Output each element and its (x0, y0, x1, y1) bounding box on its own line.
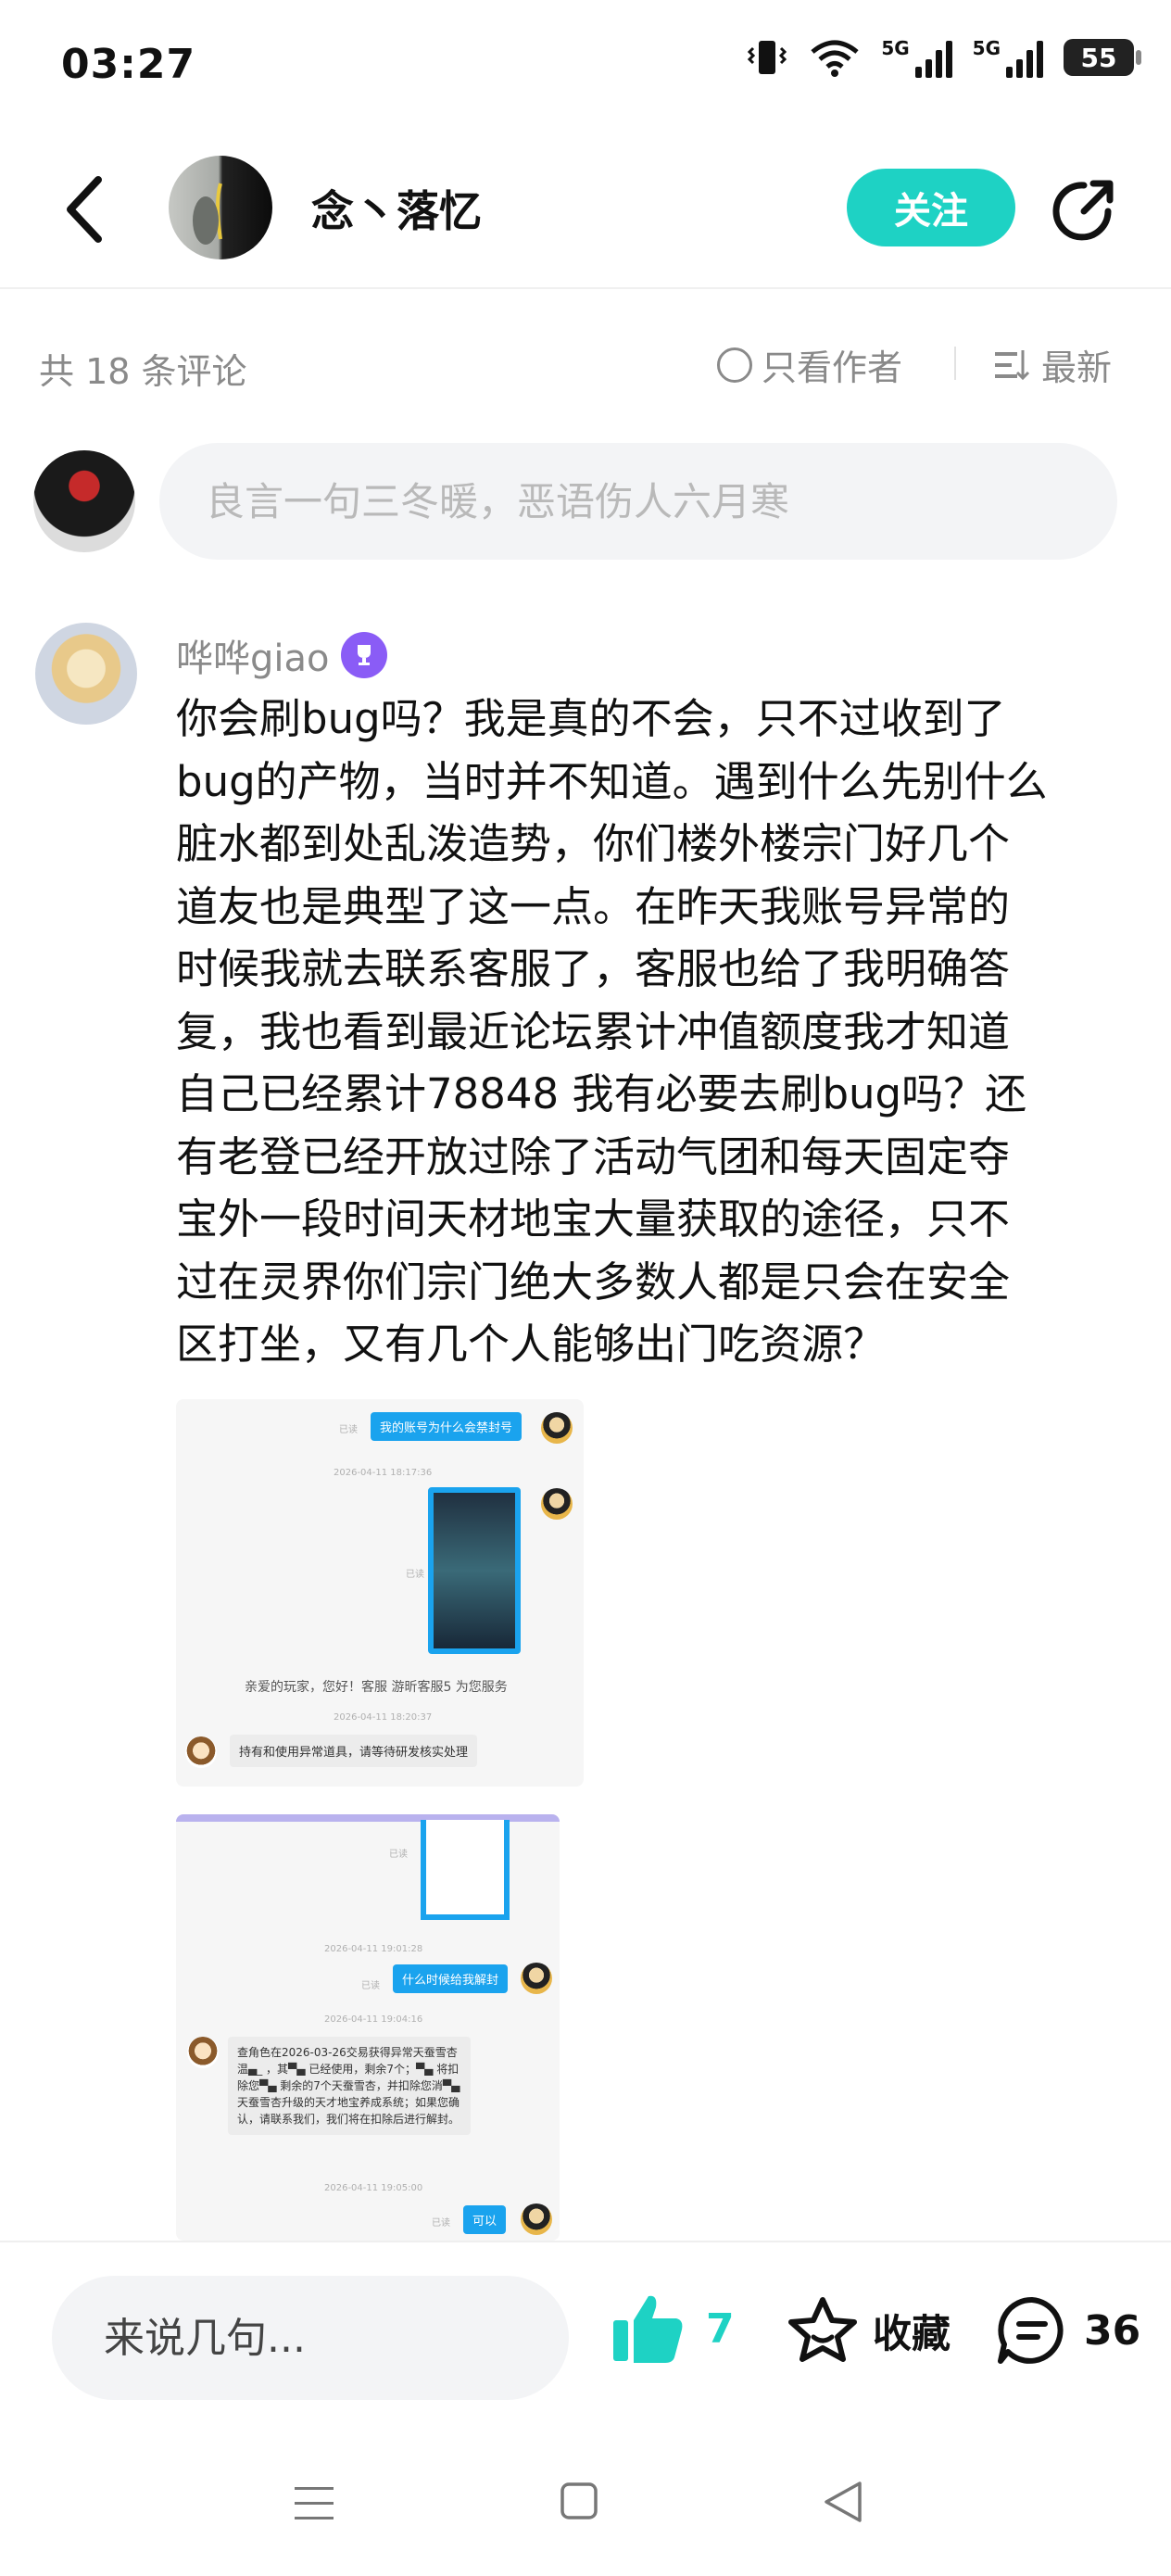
author-only-toggle[interactable]: 只看作者 (717, 339, 902, 390)
chat-timestamp: 2026-04-11 19:01:28 (324, 1944, 423, 1954)
author-only-label: 只看作者 (762, 347, 903, 388)
comment-image-2[interactable]: 已读 2026-04-11 19:01:28 已读 什么时候给我解封 2026-… (176, 1814, 560, 2241)
sort-label: 最新 (1041, 347, 1113, 388)
system-message: 亲爱的玩家，您好！客服 游昕客服5 为您服务 (245, 1680, 508, 1695)
wifi-icon (811, 40, 859, 77)
commenter-avatar[interactable] (35, 623, 137, 725)
like-count: 7 (706, 2305, 735, 2353)
author-name[interactable]: 念丶落忆 (311, 178, 482, 239)
chat-bubble-user: 我的账号为什么会禁封号 (371, 1412, 523, 1441)
read-status: 已读 (361, 1981, 380, 1991)
nav-home-icon[interactable] (560, 2481, 598, 2520)
chat-avatar-user (541, 1412, 573, 1444)
signal-icon-1: 5G (881, 37, 952, 78)
chat-bubble-support: 查角色在2026-03-26交易获得异常天蚕雪杏温▄_ ，其▀▄ 已经使用，剩余… (228, 2037, 471, 2135)
comments-button[interactable]: 36 (995, 2294, 1140, 2367)
radio-circle-icon (717, 347, 752, 383)
author-avatar[interactable] (169, 156, 272, 259)
chat-avatar-user (521, 2203, 552, 2235)
chat-timestamp: 2026-04-11 19:04:16 (324, 2014, 423, 2025)
my-avatar[interactable] (33, 450, 135, 552)
thumbs-up-icon (613, 2295, 683, 2363)
chat-avatar-support (185, 1736, 217, 1768)
follow-button[interactable]: 关注 (847, 169, 1015, 246)
chat-timestamp: 2026-04-11 18:17:36 (334, 1468, 433, 1478)
comment-image-1[interactable]: 已读 我的账号为什么会禁封号 2026-04-11 18:17:36 已读 亲爱… (176, 1399, 584, 1787)
chat-avatar-support (187, 2037, 219, 2068)
filter-separator (954, 347, 956, 380)
chat-image-thumbnail (428, 1487, 521, 1654)
comment-count: 共 18 条评论 (39, 351, 247, 392)
sort-toggle[interactable]: 最新 (993, 339, 1112, 390)
favorite-label: 收藏 (873, 2310, 951, 2356)
network-label-1: 5G (881, 37, 910, 59)
star-icon (788, 2297, 857, 2362)
signal-icon-2: 5G (973, 37, 1043, 78)
favorite-button[interactable]: 收藏 (786, 2294, 951, 2367)
commenter-username: 哗哗giao (176, 638, 330, 680)
status-icons: 5G 5G 55 (746, 37, 1141, 78)
vibrate-icon (748, 41, 787, 74)
network-label-2: 5G (972, 37, 1001, 59)
sort-icon (995, 349, 1030, 380)
chat-avatar-user (541, 1488, 573, 1520)
read-status: 已读 (339, 1425, 358, 1435)
comment-total: 36 (1084, 2306, 1141, 2355)
back-arrow-icon[interactable] (59, 172, 111, 246)
trophy-badge-icon (340, 632, 387, 678)
nav-back-icon[interactable] (821, 2480, 863, 2524)
like-button[interactable]: 7 (611, 2292, 735, 2365)
chat-bubble-support: 持有和使用异常道具，请等待研发核实处理 (230, 1735, 478, 1767)
comment-input[interactable] (159, 443, 1117, 560)
share-icon[interactable] (1047, 174, 1119, 246)
nav-menu-icon[interactable] (293, 2483, 335, 2524)
read-status: 已读 (389, 1850, 408, 1860)
commenter[interactable]: 哗哗giao (176, 628, 387, 682)
status-time: 03:27 (61, 41, 196, 88)
chat-timestamp: 2026-04-11 19:05:00 (324, 2183, 423, 2193)
avatar-figure-icon (193, 183, 222, 245)
chat-bubble-user: 什么时候给我解封 (393, 1964, 509, 1993)
comment-text: 你会刷bug吗？我是真的不会，只不过收到了 bug的产物，当时并不知道。遇到什么… (176, 694, 1048, 1369)
comment-bubble-icon (998, 2296, 1064, 2364)
reply-input[interactable] (52, 2276, 569, 2400)
chat-timestamp: 2026-04-11 18:20:37 (334, 1712, 433, 1723)
battery-icon: 55 (1064, 39, 1141, 76)
chat-image-thumbnail (421, 1820, 510, 1920)
chat-bubble-user: 可以 (463, 2205, 507, 2234)
chat-avatar-user (521, 1963, 552, 1994)
read-status: 已读 (406, 1570, 424, 1580)
bottom-divider (0, 2241, 1171, 2242)
read-status: 已读 (432, 2218, 450, 2229)
header-divider (0, 287, 1171, 289)
